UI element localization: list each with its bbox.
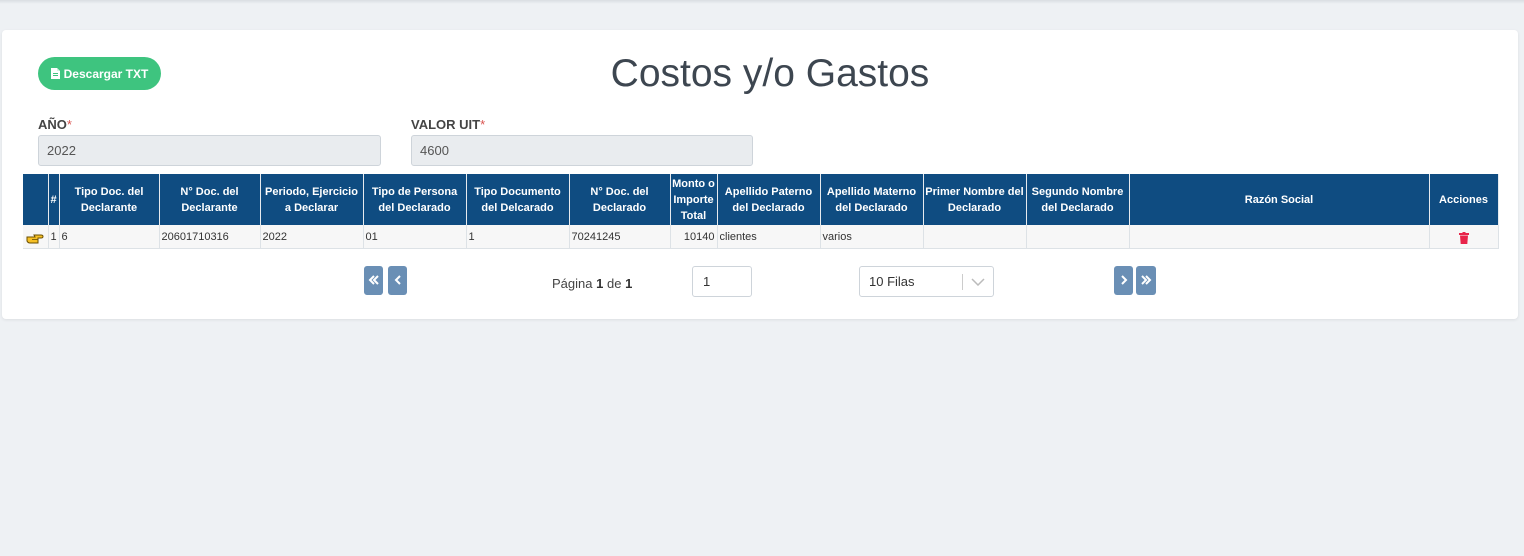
main-card: Descargar TXT Costos y/o Gastos AÑO* VAL… xyxy=(2,30,1518,319)
column-header[interactable]: Segundo Nombre del Declarado xyxy=(1026,174,1130,225)
top-bar xyxy=(0,0,1524,4)
cell-tipo-doc-declarante: 6 xyxy=(59,225,160,249)
page-indicator: Página 1 de 1 xyxy=(552,276,632,291)
table-row[interactable]: 1 6 20601710316 2022 01 1 70241245 10140… xyxy=(23,225,1499,249)
column-header[interactable]: Razón Social xyxy=(1129,174,1430,225)
column-header[interactable]: Tipo de Persona del Declarado xyxy=(363,174,467,225)
column-header[interactable]: Apellido Paterno del Declarado xyxy=(717,174,821,225)
cell-segundo-nombre xyxy=(1026,225,1130,249)
first-page-button[interactable] xyxy=(364,266,383,295)
cell-row-number: 1 xyxy=(48,225,60,249)
last-page-button[interactable] xyxy=(1136,266,1156,295)
cell-tipo-documento: 1 xyxy=(466,225,570,249)
chevron-down-icon[interactable] xyxy=(963,277,993,286)
cell-razon-social xyxy=(1129,225,1430,249)
year-field-label: AÑO* xyxy=(38,117,72,132)
column-header[interactable]: N° Doc. del Declarante xyxy=(159,174,261,225)
declarations-table: # Tipo Doc. del Declarante N° Doc. del D… xyxy=(23,174,1499,249)
column-header[interactable]: N° Doc. del Declarado xyxy=(569,174,671,225)
page-prefix: Página xyxy=(552,276,593,291)
column-header[interactable]: Apellido Materno del Declarado xyxy=(820,174,924,225)
cell-monto: 10140 xyxy=(670,225,718,249)
column-header[interactable]: Monto o Importe Total xyxy=(670,174,718,225)
page-of-label: de xyxy=(606,276,622,291)
uit-label-text: VALOR UIT xyxy=(411,117,481,132)
rows-per-page-select[interactable]: 10 Filas xyxy=(859,266,994,297)
column-header[interactable]: Tipo Documento del Delcarado xyxy=(466,174,570,225)
required-mark: * xyxy=(66,117,72,132)
cell-periodo: 2022 xyxy=(260,225,364,249)
cell-tipo-persona: 01 xyxy=(363,225,467,249)
chevron-right-icon xyxy=(1120,273,1128,288)
column-header-pointer xyxy=(23,174,49,225)
cell-primer-nombre xyxy=(923,225,1027,249)
double-chevron-right-icon xyxy=(1140,273,1152,288)
cell-actions xyxy=(1429,225,1499,249)
hand-pointer-icon[interactable] xyxy=(25,232,46,244)
cell-num-doc-declarante: 20601710316 xyxy=(159,225,261,249)
chevron-left-icon xyxy=(394,273,402,288)
previous-page-button[interactable] xyxy=(388,266,407,295)
current-page: 1 xyxy=(596,276,604,291)
uit-field-label: VALOR UIT* xyxy=(411,117,485,132)
column-header[interactable]: # xyxy=(48,174,60,225)
column-header: Acciones xyxy=(1429,174,1499,225)
total-pages: 1 xyxy=(625,276,633,291)
next-page-button[interactable] xyxy=(1114,266,1133,295)
table-header-row: # Tipo Doc. del Declarante N° Doc. del D… xyxy=(23,174,1499,225)
page-title: Costos y/o Gastos xyxy=(610,52,930,95)
trash-icon[interactable] xyxy=(1432,232,1496,244)
column-header[interactable]: Primer Nombre del Declarado xyxy=(923,174,1027,225)
double-chevron-left-icon xyxy=(368,273,380,288)
page-number-input[interactable] xyxy=(692,266,752,297)
column-header[interactable]: Periodo, Ejercicio a Declarar xyxy=(260,174,364,225)
year-label-text: AÑO xyxy=(38,117,67,132)
cell-apellido-paterno: clientes xyxy=(717,225,821,249)
year-input[interactable] xyxy=(38,135,381,166)
cell-apellido-materno: varios xyxy=(820,225,924,249)
rows-per-page-value: 10 Filas xyxy=(869,274,915,289)
uit-input[interactable] xyxy=(411,135,753,166)
column-header[interactable]: Tipo Doc. del Declarante xyxy=(59,174,160,225)
required-mark: * xyxy=(480,117,486,132)
cell-num-doc-declarado: 70241245 xyxy=(569,225,671,249)
row-pointer-cell[interactable] xyxy=(23,225,49,249)
